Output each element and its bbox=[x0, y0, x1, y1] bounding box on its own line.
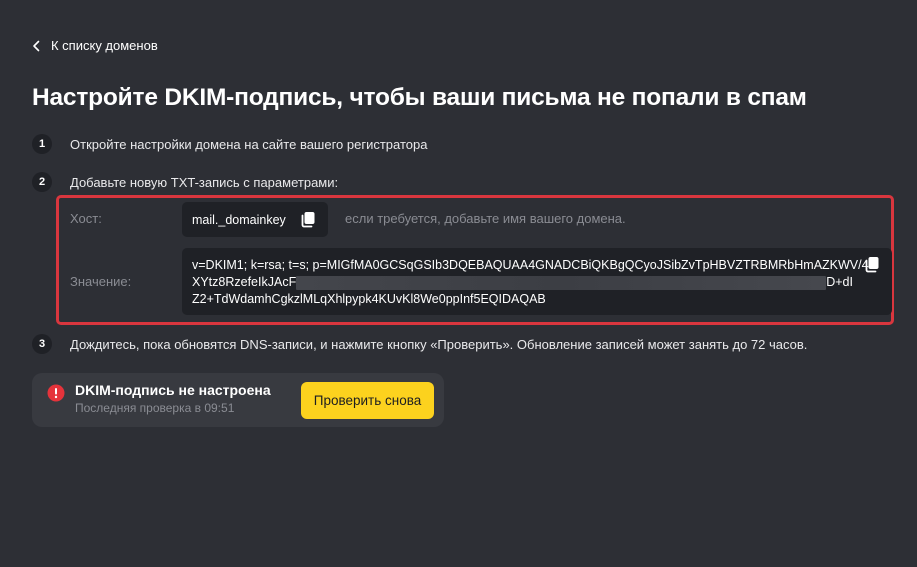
step-text: Откройте настройки домена на сайте вашег… bbox=[70, 136, 428, 152]
dkim-value-field[interactable]: v=DKIM1; k=rsa; t=s; p=MIGfMA0GCSqGSIb3D… bbox=[182, 248, 892, 315]
redacted-block bbox=[296, 275, 827, 290]
step-1: 1 Откройте настройки домена на сайте ваш… bbox=[32, 134, 427, 154]
dkim-value-line-3: Z2+TdWdamhCgkzlMLqXhlpypk4KUvKl8We0ppInf… bbox=[192, 292, 546, 306]
last-check-time: Последняя проверка в 09:51 bbox=[75, 401, 235, 415]
dkim-value-line-2-start: XYtz8RzefeIkJAcF bbox=[192, 275, 297, 289]
step-2: 2 Добавьте новую TXT-запись с параметрам… bbox=[32, 172, 338, 192]
page-title: Настройте DKIM-подпись, чтобы ваши письм… bbox=[32, 84, 807, 111]
step-number: 1 bbox=[32, 134, 52, 154]
host-value: mail._domainkey bbox=[192, 212, 286, 227]
step-text: Добавьте новую TXT-запись с параметрами: bbox=[70, 174, 339, 190]
copy-icon[interactable] bbox=[300, 211, 316, 228]
dkim-value-line-2-end: D+dI bbox=[826, 275, 853, 289]
dkim-status-card: DKIM-подпись не настроена Последняя пров… bbox=[32, 373, 444, 427]
value-label: Значение: bbox=[70, 274, 132, 289]
step-3: 3 Дождитесь, пока обновятся DNS-записи, … bbox=[32, 334, 807, 354]
host-label: Хост: bbox=[70, 211, 102, 226]
host-hint: если требуется, добавьте имя вашего доме… bbox=[345, 211, 626, 226]
dkim-value-line-2: XYtz8RzefeIkJAcF D+dI bbox=[192, 274, 882, 291]
step-text: Дождитесь, пока обновятся DNS-записи, и … bbox=[70, 336, 808, 352]
copy-icon[interactable] bbox=[864, 256, 880, 273]
chevron-left-icon bbox=[33, 40, 40, 51]
status-title: DKIM-подпись не настроена bbox=[75, 382, 271, 398]
host-value-field[interactable]: mail._domainkey bbox=[182, 202, 328, 237]
back-link-label: К списку доменов bbox=[51, 38, 158, 53]
step-number: 3 bbox=[32, 334, 52, 354]
back-to-domains-link[interactable]: К списку доменов bbox=[32, 38, 158, 53]
alert-icon bbox=[47, 384, 65, 402]
step-number: 2 bbox=[32, 172, 52, 192]
dns-record-params: Хост: mail._domainkey если требуется, до… bbox=[56, 195, 894, 325]
check-again-button[interactable]: Проверить снова bbox=[301, 382, 434, 419]
dkim-value-line-1: v=DKIM1; k=rsa; t=s; p=MIGfMA0GCSqGSIb3D… bbox=[192, 258, 869, 272]
